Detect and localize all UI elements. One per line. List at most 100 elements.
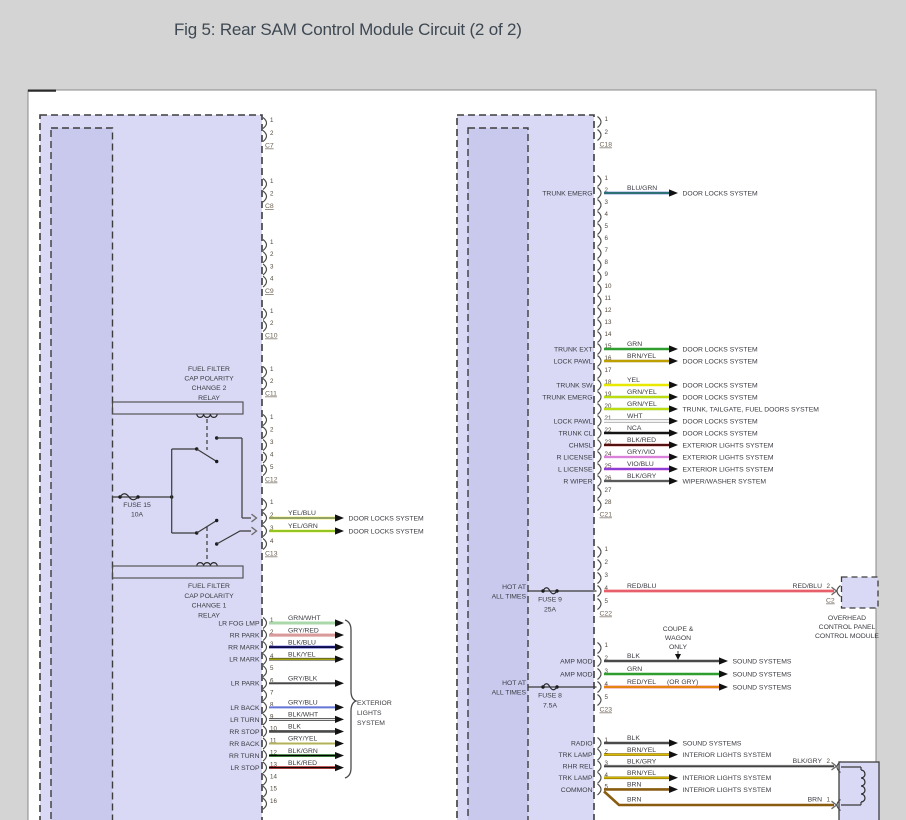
signal-label: LR MARK bbox=[229, 657, 260, 664]
system-label: SOUND SYSTEMS bbox=[733, 671, 792, 678]
pin-number: 1 bbox=[605, 546, 609, 553]
fuse-label: FUSE 15 bbox=[123, 502, 151, 509]
pin-number: 1 bbox=[605, 175, 609, 182]
wire-color-label: BLK bbox=[288, 724, 301, 731]
pin-number: 28 bbox=[605, 499, 612, 506]
connector-ref-c11[interactable]: C11 bbox=[265, 391, 277, 398]
wire-color-label: YEL/BLU bbox=[288, 510, 316, 517]
pin-number: 1 bbox=[270, 239, 274, 246]
system-label: EXTERIOR bbox=[357, 700, 392, 707]
pin-number: 5 bbox=[605, 598, 609, 605]
pin-number: 7 bbox=[605, 247, 609, 254]
connector-ref-c18[interactable]: C18 bbox=[600, 142, 613, 149]
pin-number: 5 bbox=[270, 464, 274, 471]
wire-color-label: GRY/YEL bbox=[288, 736, 318, 743]
wire-color-label: WHT bbox=[627, 413, 642, 420]
pin-number: 3 bbox=[270, 439, 274, 446]
junction-dot bbox=[215, 460, 218, 463]
signal-label: RR STOP bbox=[229, 729, 260, 736]
pin-number: 1 bbox=[827, 797, 831, 804]
wire-color-label: RED/YEL bbox=[627, 679, 656, 686]
connector-ref-c21[interactable]: C21 bbox=[600, 512, 613, 519]
system-label: DOOR LOCKS SYSTEM bbox=[683, 418, 758, 425]
pin-number: 2 bbox=[270, 130, 274, 137]
module-label: CONTROL PANEL bbox=[819, 624, 876, 631]
wire-color-label: GRY/BLU bbox=[288, 700, 318, 707]
rear-relay-device bbox=[837, 762, 879, 820]
wire-color-label: BRN/YEL bbox=[627, 770, 656, 777]
signal-label: AMP MOD bbox=[560, 658, 592, 665]
relay-box bbox=[839, 762, 879, 820]
pin-number: 7 bbox=[270, 689, 274, 696]
pin-number: 2 bbox=[270, 378, 274, 385]
signal-label: TRK LAMP bbox=[559, 752, 593, 759]
wire-color-label: BRN bbox=[627, 797, 641, 804]
pin-number: 10 bbox=[605, 283, 612, 290]
pin-number: 2 bbox=[270, 320, 274, 327]
pin-number: 11 bbox=[605, 295, 612, 302]
pin-number: 1 bbox=[270, 117, 274, 124]
connector-ref-c8[interactable]: C8 bbox=[265, 203, 274, 210]
system-label: DOOR LOCKS SYSTEM bbox=[683, 358, 758, 365]
connector-ref-c12[interactable]: C12 bbox=[265, 477, 278, 484]
pin-number: 2 bbox=[605, 129, 609, 136]
wire-color-label: YEL bbox=[627, 377, 640, 384]
connector-ref-c13[interactable]: C13 bbox=[265, 551, 278, 558]
connector-ref-c23[interactable]: C23 bbox=[600, 707, 613, 714]
hot-label: HOT AT bbox=[502, 584, 526, 591]
system-label: DOOR LOCKS SYSTEM bbox=[349, 528, 424, 535]
wire-color-label: YEL/GRN bbox=[288, 523, 318, 530]
signal-label: R WIPER bbox=[563, 478, 592, 485]
right-control-module-inner bbox=[468, 128, 528, 820]
wire-color-label: BLK/GRY bbox=[627, 758, 657, 765]
note-label: ONLY bbox=[669, 644, 687, 651]
wire-color-label: BLK/RED bbox=[627, 437, 656, 444]
pin-number: 17 bbox=[605, 367, 612, 374]
relay-label: RELAY bbox=[198, 395, 220, 402]
pin-number: 2 bbox=[605, 559, 609, 566]
wire-color-label: BLK/GRN bbox=[288, 748, 318, 755]
relay-label: RELAY bbox=[198, 612, 220, 619]
fuse-label: 25A bbox=[544, 607, 557, 614]
system-label: SYSTEM bbox=[357, 720, 385, 727]
pin-number: 1 bbox=[605, 116, 609, 123]
note-label: COUPE & bbox=[663, 626, 694, 633]
signal-label: RR TURN bbox=[229, 753, 260, 760]
pin-number: 2 bbox=[270, 251, 274, 258]
signal-label: RR BACK bbox=[229, 741, 260, 748]
pin-number: 6 bbox=[605, 235, 609, 242]
pin-number: 2 bbox=[827, 758, 831, 765]
pin-number: 3 bbox=[605, 572, 609, 579]
wiring-diagram: 12C712C81234C912C1012C1112345C121234C13Y… bbox=[0, 0, 906, 820]
connector-ref-c22[interactable]: C22 bbox=[600, 611, 613, 618]
wire-color-label: BLK bbox=[627, 735, 640, 742]
signal-label: TRUNK EMERG bbox=[542, 190, 592, 197]
overhead-module-outline bbox=[842, 577, 879, 608]
system-label: DOOR LOCKS SYSTEM bbox=[683, 382, 758, 389]
wire-color-label: GRN/YEL bbox=[627, 401, 657, 408]
connector-ref-c9[interactable]: C9 bbox=[265, 288, 274, 295]
signal-label: RR PARK bbox=[230, 632, 260, 639]
wire-color-label: NCA bbox=[627, 425, 642, 432]
signal-label: LR STOP bbox=[231, 765, 260, 772]
pin-number: 4 bbox=[270, 538, 274, 545]
wire-color-label: RED/BLU bbox=[793, 583, 823, 590]
system-label: WIPER/WASHER SYSTEM bbox=[683, 478, 767, 485]
wire-color-label: BLK/BLU bbox=[288, 639, 316, 646]
pin-number: 2 bbox=[270, 191, 274, 198]
system-label: TRUNK, TAILGATE, FUEL DOORS SYSTEM bbox=[683, 406, 820, 413]
system-label: INTERIOR LIGHTS SYSTEM bbox=[683, 787, 772, 794]
signal-label: TRUNK SW bbox=[556, 382, 593, 389]
signal-label: L LICENSE bbox=[558, 466, 593, 473]
signal-label: LR TURN bbox=[230, 717, 259, 724]
pin-number: 5 bbox=[270, 665, 274, 672]
connector-ref-c7[interactable]: C7 bbox=[265, 143, 274, 150]
connector-ref-c2[interactable]: C2 bbox=[826, 598, 835, 605]
connector-ref-c10[interactable]: C10 bbox=[265, 333, 278, 340]
module-label: OVERHEAD bbox=[828, 615, 866, 622]
pin-number: 1 bbox=[270, 414, 274, 421]
panel: 12C712C81234C912C1012C1112345C121234C13Y… bbox=[28, 90, 879, 820]
relay-label: FUEL FILTER bbox=[188, 366, 230, 373]
hot-label: ALL TIMES bbox=[492, 593, 527, 600]
wire-color-label: BLK/WHT bbox=[288, 712, 318, 719]
